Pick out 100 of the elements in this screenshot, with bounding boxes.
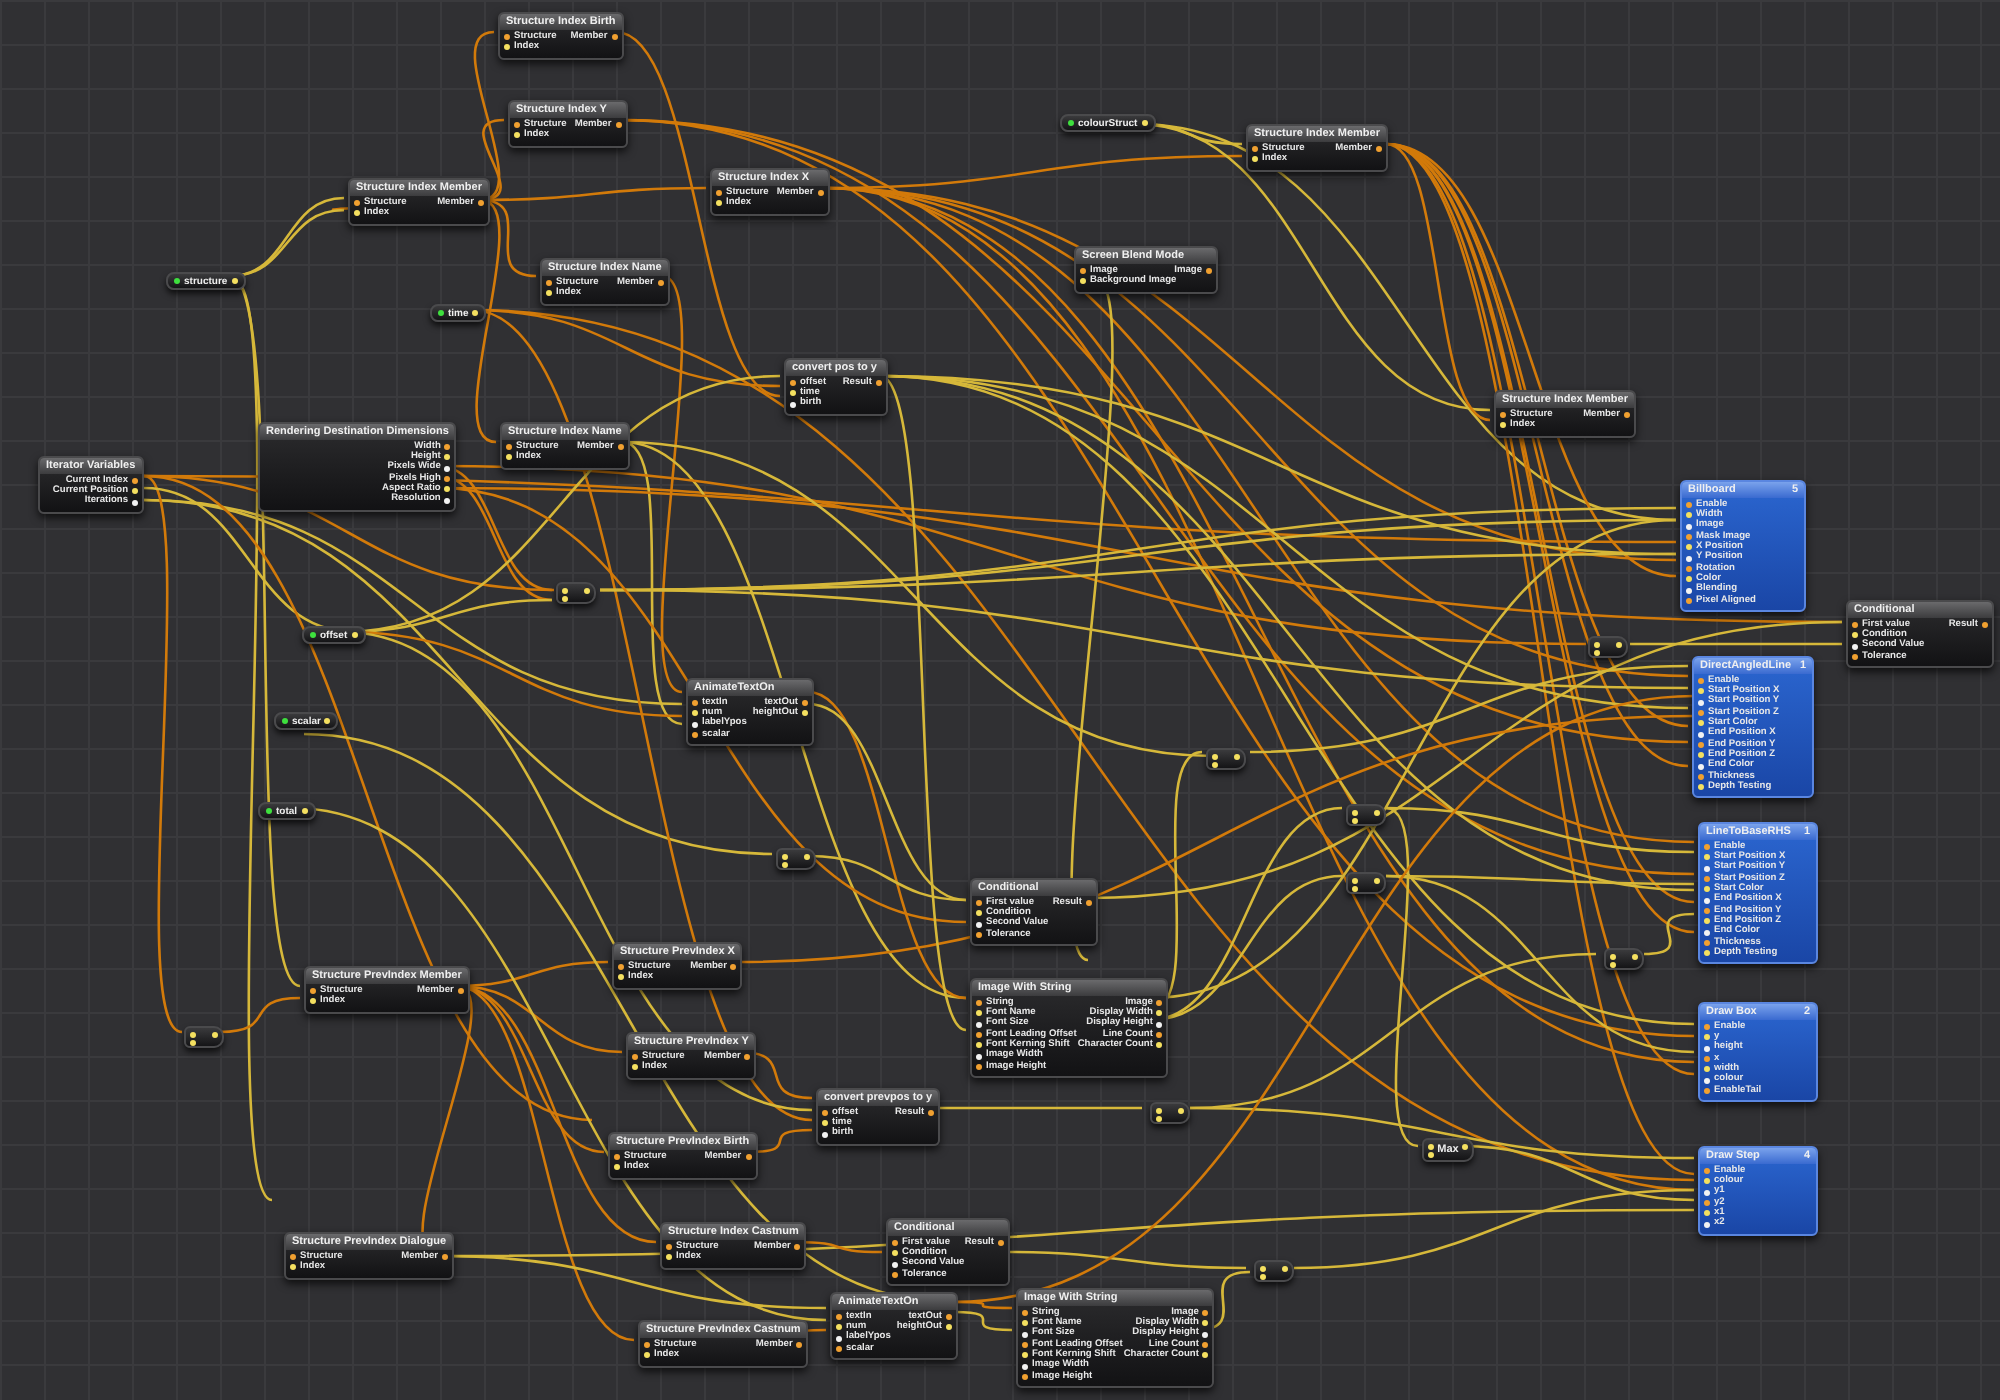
port-dot-icon[interactable] xyxy=(444,465,451,472)
port-dot-icon[interactable] xyxy=(1852,654,1858,661)
port-dot-icon[interactable] xyxy=(632,1054,638,1061)
operator-node[interactable] xyxy=(776,848,816,870)
port-dot-icon[interactable] xyxy=(444,476,451,483)
port-dot-icon[interactable] xyxy=(290,1264,296,1271)
port-dot-icon[interactable] xyxy=(976,900,982,907)
port-dot-icon[interactable] xyxy=(1686,544,1692,551)
port-dot-icon[interactable] xyxy=(976,1010,982,1017)
port-dot-icon[interactable] xyxy=(1698,741,1704,748)
port-dot-icon[interactable] xyxy=(716,190,722,197)
port-dot-icon[interactable] xyxy=(644,1342,650,1349)
port-dot-icon[interactable] xyxy=(836,1346,842,1353)
port-dot-icon[interactable] xyxy=(1704,886,1710,893)
port-dot-icon[interactable] xyxy=(1704,1087,1710,1094)
port-dot-icon[interactable] xyxy=(1698,720,1704,727)
port-dot-icon[interactable] xyxy=(1704,1200,1710,1207)
port-dot-icon[interactable] xyxy=(692,700,698,707)
port-dot-icon[interactable] xyxy=(794,1244,801,1251)
port-dot-icon[interactable] xyxy=(1704,907,1710,914)
port-dot-icon[interactable] xyxy=(657,280,664,287)
port-dot-icon[interactable] xyxy=(1704,1024,1710,1031)
port-dot-icon[interactable] xyxy=(1982,622,1988,629)
port-dot-icon[interactable] xyxy=(132,488,138,495)
port-dot-icon[interactable] xyxy=(1698,710,1704,717)
port-dot-icon[interactable] xyxy=(1500,412,1506,419)
port-dot-icon[interactable] xyxy=(1022,1320,1028,1327)
port-dot-icon[interactable] xyxy=(666,1254,672,1261)
port-dot-icon[interactable] xyxy=(802,700,808,707)
port-dot-icon[interactable] xyxy=(1686,597,1692,604)
port-dot-icon[interactable] xyxy=(1022,1342,1028,1349)
port-dot-icon[interactable] xyxy=(1156,1010,1163,1017)
port-dot-icon[interactable] xyxy=(1704,854,1710,861)
operator-node[interactable] xyxy=(184,1026,224,1048)
port-dot-icon[interactable] xyxy=(1080,268,1086,275)
port-dot-icon[interactable] xyxy=(444,486,451,493)
port-dot-icon[interactable] xyxy=(790,401,796,408)
port-dot-icon[interactable] xyxy=(822,1131,828,1138)
port-dot-icon[interactable] xyxy=(876,380,882,387)
operator-node[interactable] xyxy=(1604,948,1644,970)
port-dot-icon[interactable] xyxy=(976,1042,982,1049)
port-dot-icon[interactable] xyxy=(354,200,360,207)
port-dot-icon[interactable] xyxy=(1704,929,1710,936)
port-dot-icon[interactable] xyxy=(546,280,552,287)
port-dot-icon[interactable] xyxy=(618,964,624,971)
port-dot-icon[interactable] xyxy=(1704,1034,1710,1041)
port-dot-icon[interactable] xyxy=(1704,1221,1710,1228)
port-dot-icon[interactable] xyxy=(632,1064,638,1071)
port-dot-icon[interactable] xyxy=(614,1164,620,1171)
port-dot-icon[interactable] xyxy=(1022,1373,1028,1380)
operator-node[interactable] xyxy=(1150,1102,1190,1124)
port-dot-icon[interactable] xyxy=(1704,844,1710,851)
port-dot-icon[interactable] xyxy=(1704,1189,1710,1196)
port-dot-icon[interactable] xyxy=(1022,1310,1028,1317)
port-dot-icon[interactable] xyxy=(310,998,316,1005)
port-dot-icon[interactable] xyxy=(946,1314,952,1321)
port-dot-icon[interactable] xyxy=(1698,773,1704,780)
port-dot-icon[interactable] xyxy=(132,499,138,506)
port-dot-icon[interactable] xyxy=(617,444,624,451)
port-dot-icon[interactable] xyxy=(444,444,451,451)
port-dot-icon[interactable] xyxy=(444,497,451,504)
port-dot-icon[interactable] xyxy=(1086,900,1092,907)
port-dot-icon[interactable] xyxy=(444,454,451,461)
operator-node[interactable] xyxy=(1588,636,1628,658)
port-dot-icon[interactable] xyxy=(744,1054,751,1061)
port-dot-icon[interactable] xyxy=(615,122,622,129)
port-dot-icon[interactable] xyxy=(976,910,982,917)
port-dot-icon[interactable] xyxy=(1686,523,1692,530)
port-dot-icon[interactable] xyxy=(1686,576,1692,583)
port-dot-icon[interactable] xyxy=(892,1250,898,1257)
port-dot-icon[interactable] xyxy=(666,1244,672,1251)
port-dot-icon[interactable] xyxy=(1500,422,1506,429)
port-dot-icon[interactable] xyxy=(1704,1066,1710,1073)
port-dot-icon[interactable] xyxy=(802,710,808,717)
port-dot-icon[interactable] xyxy=(1156,1021,1163,1028)
port-dot-icon[interactable] xyxy=(644,1352,650,1359)
port-dot-icon[interactable] xyxy=(611,34,618,41)
port-dot-icon[interactable] xyxy=(946,1324,952,1331)
port-dot-icon[interactable] xyxy=(976,932,982,939)
port-dot-icon[interactable] xyxy=(1704,865,1710,872)
port-dot-icon[interactable] xyxy=(1156,1000,1163,1007)
port-dot-icon[interactable] xyxy=(506,444,512,451)
port-dot-icon[interactable] xyxy=(1698,678,1704,685)
port-dot-icon[interactable] xyxy=(1376,146,1382,153)
port-dot-icon[interactable] xyxy=(836,1324,842,1331)
port-dot-icon[interactable] xyxy=(796,1342,803,1349)
port-dot-icon[interactable] xyxy=(1704,950,1710,957)
port-dot-icon[interactable] xyxy=(514,132,520,139)
port-dot-icon[interactable] xyxy=(1252,156,1258,163)
port-dot-icon[interactable] xyxy=(1156,1042,1163,1049)
port-dot-icon[interactable] xyxy=(442,1254,449,1261)
port-dot-icon[interactable] xyxy=(1704,1168,1710,1175)
port-dot-icon[interactable] xyxy=(1698,784,1704,791)
port-dot-icon[interactable] xyxy=(1156,1032,1163,1039)
port-dot-icon[interactable] xyxy=(506,454,512,461)
port-dot-icon[interactable] xyxy=(716,200,722,207)
port-dot-icon[interactable] xyxy=(1704,897,1710,904)
port-dot-icon[interactable] xyxy=(976,921,982,928)
port-dot-icon[interactable] xyxy=(1704,1056,1710,1063)
operator-node[interactable] xyxy=(1254,1260,1294,1282)
